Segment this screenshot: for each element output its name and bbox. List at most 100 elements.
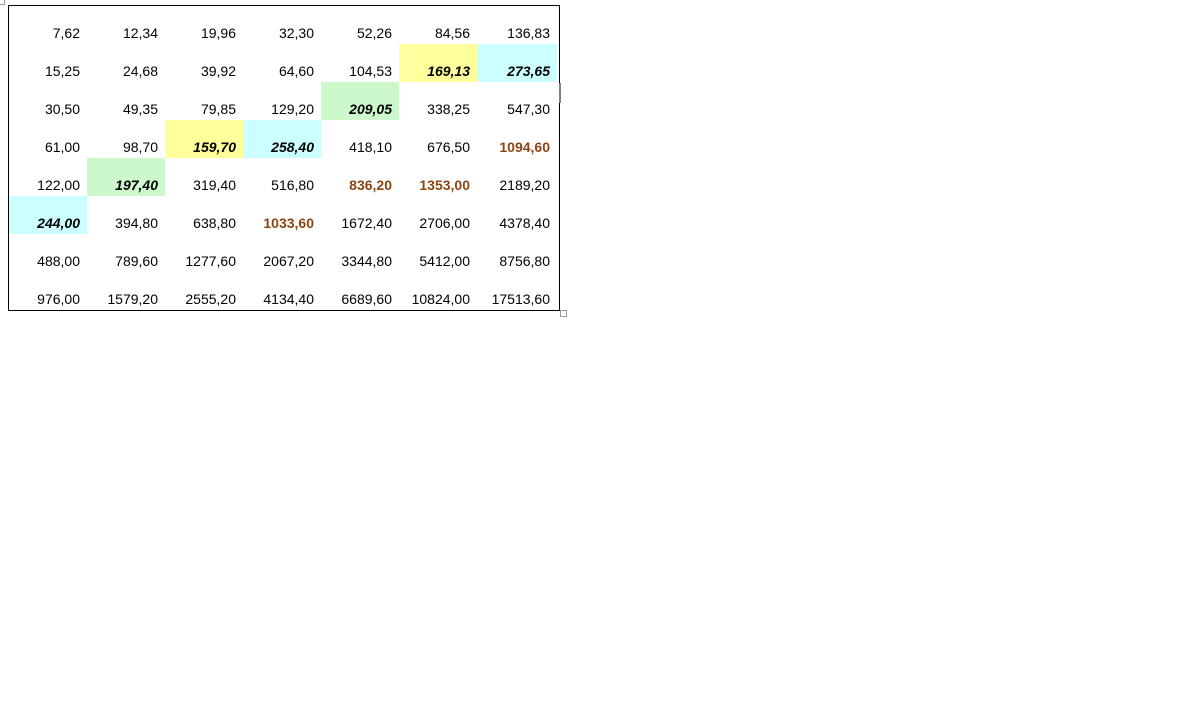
table-cell[interactable]: 488,00	[9, 234, 87, 272]
resize-handle[interactable]	[560, 310, 567, 317]
cell-value: 338,25	[427, 101, 470, 117]
table-cell[interactable]: 129,20	[243, 82, 321, 120]
corner-marker	[0, 0, 5, 5]
table-cell[interactable]: 4378,40	[477, 196, 557, 234]
cell-value: 197,40	[115, 177, 158, 193]
table-cell[interactable]: 1353,00	[399, 158, 477, 196]
cell-value: 24,68	[122, 63, 158, 79]
table-cell[interactable]: 19,96	[165, 6, 243, 44]
table-cell[interactable]: 98,70	[87, 120, 165, 158]
cell-value: 1094,60	[499, 139, 550, 155]
cell-value: 64,60	[278, 63, 314, 79]
table-cell[interactable]: 836,20	[321, 158, 399, 196]
cell-value: 319,40	[193, 177, 236, 193]
table-cell[interactable]: 39,92	[165, 44, 243, 82]
table-cell[interactable]: 32,30	[243, 6, 321, 44]
cell-value: 30,50	[44, 101, 80, 117]
table-cell[interactable]: 418,10	[321, 120, 399, 158]
table-cell[interactable]: 258,40	[243, 120, 321, 158]
table-cell[interactable]: 15,25	[9, 44, 87, 82]
table-cell[interactable]: 49,35	[87, 82, 165, 120]
cell-value: 2706,00	[419, 215, 470, 231]
cell-value: 98,70	[122, 139, 158, 155]
table-cell[interactable]: 17513,60	[477, 272, 557, 310]
table-cell[interactable]: 273,65	[477, 44, 557, 82]
table-cell[interactable]: 1579,20	[87, 272, 165, 310]
table-cell[interactable]: 84,56	[399, 6, 477, 44]
cell-value: 547,30	[507, 101, 550, 117]
table-cell[interactable]: 976,00	[9, 272, 87, 310]
table-cell[interactable]: 30,50	[9, 82, 87, 120]
cell-value: 19,96	[200, 25, 236, 41]
cell-value: 169,13	[427, 63, 470, 79]
table-cell[interactable]: 244,00	[9, 196, 87, 234]
table-cell[interactable]: 2189,20	[477, 158, 557, 196]
cell-value: 1033,60	[263, 215, 314, 231]
cell-value: 4134,40	[263, 291, 314, 307]
cell-value: 1277,60	[185, 253, 236, 269]
table-cell[interactable]: 7,62	[9, 6, 87, 44]
table-cell[interactable]: 5412,00	[399, 234, 477, 272]
table-cell[interactable]: 1033,60	[243, 196, 321, 234]
table-cell[interactable]: 8756,80	[477, 234, 557, 272]
table-cell[interactable]: 4134,40	[243, 272, 321, 310]
table-cell[interactable]: 12,34	[87, 6, 165, 44]
cell-value: 638,80	[193, 215, 236, 231]
cell-value: 79,85	[200, 101, 236, 117]
table-cell[interactable]: 338,25	[399, 82, 477, 120]
table-cell[interactable]: 169,13	[399, 44, 477, 82]
cell-value: 39,92	[200, 63, 236, 79]
table-cell[interactable]: 547,30	[477, 82, 557, 120]
cell-value: 32,30	[278, 25, 314, 41]
table-cell[interactable]: 394,80	[87, 196, 165, 234]
table-cell[interactable]: 24,68	[87, 44, 165, 82]
cell-value: 159,70	[193, 139, 236, 155]
table-cell[interactable]: 61,00	[9, 120, 87, 158]
table-cell[interactable]: 2706,00	[399, 196, 477, 234]
cell-value: 10824,00	[411, 291, 470, 307]
table-cell[interactable]: 676,50	[399, 120, 477, 158]
cell-value: 676,50	[427, 139, 470, 155]
cell-value: 273,65	[507, 63, 550, 79]
table-cell[interactable]: 2067,20	[243, 234, 321, 272]
table-cell[interactable]: 122,00	[9, 158, 87, 196]
table-cell[interactable]: 638,80	[165, 196, 243, 234]
table-cell[interactable]: 1094,60	[477, 120, 557, 158]
cell-value: 84,56	[434, 25, 470, 41]
cell-value: 104,53	[349, 63, 392, 79]
table-cell[interactable]: 319,40	[165, 158, 243, 196]
table-cell[interactable]: 2555,20	[165, 272, 243, 310]
table-cell[interactable]: 197,40	[87, 158, 165, 196]
table-cell[interactable]: 789,60	[87, 234, 165, 272]
cell-value: 52,26	[356, 25, 392, 41]
cell-value: 5412,00	[419, 253, 470, 269]
table-cell[interactable]: 1277,60	[165, 234, 243, 272]
cell-value: 1579,20	[107, 291, 158, 307]
table-cell[interactable]: 79,85	[165, 82, 243, 120]
cell-value: 789,60	[115, 253, 158, 269]
table-cell[interactable]: 3344,80	[321, 234, 399, 272]
cell-value: 209,05	[349, 101, 392, 117]
cell-value: 7,62	[52, 25, 80, 41]
value-grid: 7,62 12,34 19,96 32,30 52,26 84,56 136,83 15,25…	[9, 6, 559, 310]
table-cell[interactable]: 10824,00	[399, 272, 477, 310]
table-cell[interactable]: 64,60	[243, 44, 321, 82]
table-cell[interactable]: 209,05	[321, 82, 399, 120]
embedded-table-frame[interactable]: 7,62 12,34 19,96 32,30 52,26 84,56 136,83 15,25…	[8, 5, 560, 311]
cell-value: 61,00	[44, 139, 80, 155]
cell-value: 394,80	[115, 215, 158, 231]
cell-value: 49,35	[122, 101, 158, 117]
table-cell[interactable]: 1672,40	[321, 196, 399, 234]
table-cell[interactable]: 6689,60	[321, 272, 399, 310]
cell-value: 244,00	[37, 215, 80, 231]
cell-value: 17513,60	[491, 291, 550, 307]
table-cell[interactable]: 136,83	[477, 6, 557, 44]
table-cell[interactable]: 516,80	[243, 158, 321, 196]
table-cell[interactable]: 104,53	[321, 44, 399, 82]
cell-value: 2189,20	[499, 177, 550, 193]
table-cell[interactable]: 159,70	[165, 120, 243, 158]
cell-value: 3344,80	[341, 253, 392, 269]
cell-value: 136,83	[507, 25, 550, 41]
frame-side-handle[interactable]	[559, 83, 561, 103]
table-cell[interactable]: 52,26	[321, 6, 399, 44]
